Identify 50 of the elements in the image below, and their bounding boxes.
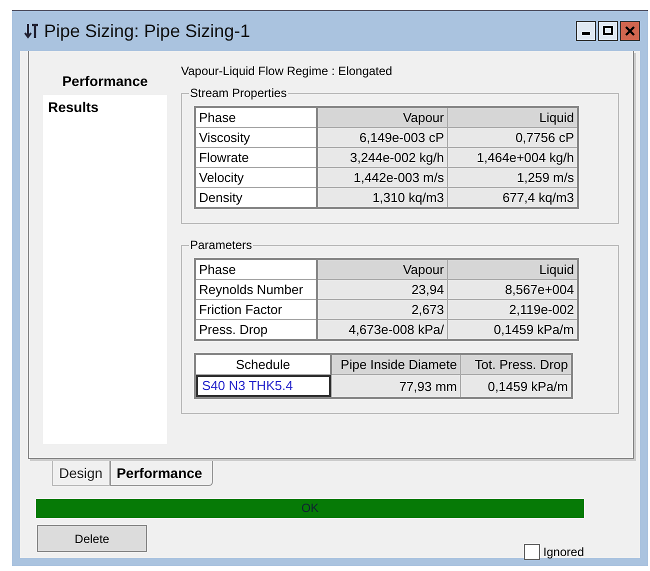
- table-cell: Reynolds Number: [195, 280, 317, 300]
- window-title: Pipe Sizing: Pipe Sizing-1: [44, 20, 250, 42]
- table-cell: 6,149e-003 cP: [317, 128, 448, 148]
- table-cell: Density: [195, 188, 317, 208]
- maximize-icon: [603, 26, 613, 36]
- table-cell: 1,310 kq/m3: [317, 188, 448, 208]
- column-header: Liquid: [448, 107, 578, 128]
- table-cell: 77,93 mm: [331, 374, 460, 398]
- close-button[interactable]: [620, 21, 640, 41]
- table-cell: 3,244e-002 kg/h: [317, 148, 448, 168]
- checkbox-label: Ignored: [543, 545, 584, 559]
- group-title: Stream Properties: [189, 86, 288, 100]
- close-icon: [625, 26, 635, 36]
- column-header: Vapour: [317, 107, 448, 128]
- column-header: Pipe Inside Diamete: [331, 354, 460, 374]
- flow-regime-text: Vapour-Liquid Flow Regime : Elongated: [181, 63, 394, 80]
- table-cell: 0,1459 kPa/m: [460, 374, 572, 398]
- navigator-item[interactable]: Results: [43, 95, 167, 119]
- table-cell: 4,673e-008 kPa/: [317, 320, 448, 340]
- table-cell: 1,464e+004 kg/h: [448, 148, 578, 168]
- maximize-button[interactable]: [598, 21, 618, 41]
- status-bar: OK: [36, 499, 584, 518]
- column-header: Schedule: [195, 354, 331, 374]
- table-cell: Viscosity: [195, 128, 317, 148]
- navigator-heading: Performance: [61, 72, 149, 91]
- table-cell: Friction Factor: [195, 300, 317, 320]
- ignored-checkbox[interactable]: [524, 544, 540, 560]
- table-cell: 0,1459 kPa/m: [448, 320, 578, 340]
- column-header: Phase: [195, 259, 317, 280]
- table-cell: 23,94: [317, 280, 448, 300]
- column-header: Tot. Press. Drop: [460, 354, 572, 374]
- column-header: Vapour: [317, 259, 448, 280]
- table-cell: Press. Drop: [195, 320, 317, 340]
- column-header: Phase: [195, 107, 317, 128]
- table-cell: 2,119e-002: [448, 300, 578, 320]
- table-cell: Velocity: [195, 168, 317, 188]
- delete-button[interactable]: Delete: [37, 525, 147, 552]
- schedule-dropdown[interactable]: S40 N3 THK5.4: [196, 375, 330, 397]
- table-cell: Flowrate: [195, 148, 317, 168]
- table-cell: 2,673: [317, 300, 448, 320]
- tab[interactable]: Design: [52, 461, 110, 486]
- table-cell: 1,442e-003 m/s: [317, 168, 448, 188]
- column-header: Liquid: [448, 259, 578, 280]
- table-cell: 8,567e+004: [448, 280, 578, 300]
- group-title: Parameters: [189, 238, 254, 252]
- tab[interactable]: Performance: [110, 461, 214, 486]
- minimize-button[interactable]: [576, 21, 596, 41]
- table-cell: 1,259 m/s: [448, 168, 578, 188]
- table-cell: 677,4 kq/m3: [448, 188, 578, 208]
- table-cell: 0,7756 cP: [448, 128, 578, 148]
